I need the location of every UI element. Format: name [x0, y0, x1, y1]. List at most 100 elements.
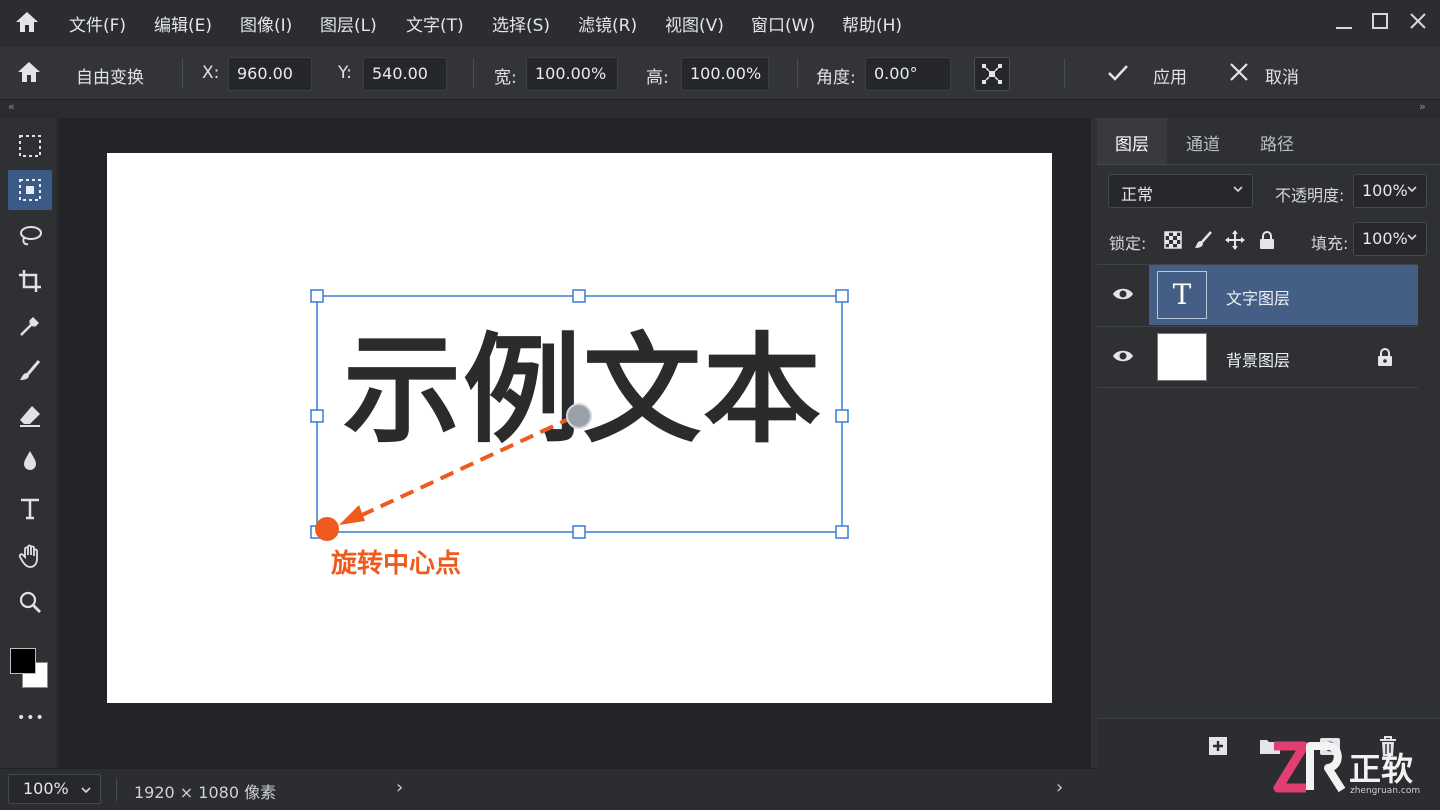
- color-swatches[interactable]: [10, 646, 50, 692]
- menu-image[interactable]: 图像(I): [240, 11, 292, 36]
- lock-label: 锁定:: [1109, 234, 1147, 253]
- object-select-tool[interactable]: [8, 170, 52, 210]
- pivot-move-arrow: [346, 415, 574, 524]
- collapse-right-icon[interactable]: »: [1419, 100, 1426, 113]
- document-canvas[interactable]: 示例文本 旋转中心点: [107, 153, 1052, 703]
- maximize-icon[interactable]: [1369, 10, 1391, 32]
- lock-all-icon[interactable]: [1257, 230, 1277, 250]
- canvas-workspace: 示例文本 旋转中心点: [59, 118, 1091, 768]
- eye-icon[interactable]: [1112, 286, 1134, 302]
- lasso-tool[interactable]: [8, 216, 52, 256]
- lasso-icon: [20, 226, 42, 246]
- new-layer-icon[interactable]: [1207, 735, 1229, 757]
- lock-pixels-brush-icon[interactable]: [1193, 230, 1213, 250]
- foreground-color-swatch[interactable]: [10, 648, 36, 674]
- marquee-tool[interactable]: [8, 126, 52, 166]
- minimize-icon[interactable]: [1333, 10, 1355, 32]
- eye-icon[interactable]: [1112, 348, 1134, 364]
- angle-input[interactable]: 0.00°: [865, 57, 951, 91]
- home-icon[interactable]: [14, 10, 40, 34]
- brush-tool[interactable]: [8, 351, 52, 391]
- lock-transparency-icon[interactable]: [1163, 230, 1183, 250]
- menu-help[interactable]: 帮助(H): [842, 11, 902, 36]
- fill-label: 填充:: [1311, 234, 1349, 253]
- menu-edit[interactable]: 编辑(E): [154, 11, 212, 36]
- home-icon[interactable]: [16, 60, 42, 84]
- opacity-label: 不透明度:: [1275, 186, 1345, 205]
- handle-top-right[interactable]: [835, 289, 849, 303]
- close-icon[interactable]: [1407, 10, 1429, 32]
- y-input[interactable]: 540.00: [363, 57, 447, 91]
- menu-view[interactable]: 视图(V): [665, 11, 724, 36]
- handle-middle-right[interactable]: [835, 409, 849, 423]
- handle-bottom-center[interactable]: [572, 525, 586, 539]
- layer-row-text[interactable]: T 文字图层: [1097, 264, 1418, 326]
- handle-top-left[interactable]: [310, 289, 324, 303]
- chevron-down-icon: [81, 787, 91, 794]
- hand-tool[interactable]: [8, 536, 52, 576]
- menu-select[interactable]: 选择(S): [492, 11, 550, 36]
- type-tool[interactable]: [8, 488, 52, 528]
- blur-drop-icon: [24, 451, 36, 470]
- transform-mode-label: 自由变换: [76, 68, 144, 88]
- watermark-url: zhengruan.com: [1350, 786, 1421, 796]
- fill-select[interactable]: 100%: [1353, 222, 1427, 256]
- reference-point-toggle[interactable]: [974, 57, 1010, 91]
- status-expand-arrow[interactable]: ›: [396, 777, 403, 798]
- scroll-right-arrow[interactable]: ›: [1056, 777, 1063, 798]
- blur-tool[interactable]: [8, 441, 52, 481]
- layer-thumbnail: [1157, 333, 1207, 381]
- eraser-tool[interactable]: [8, 396, 52, 436]
- width-input[interactable]: 100.00%: [526, 57, 618, 91]
- cancel-x-icon[interactable]: [1228, 61, 1250, 83]
- apply-button[interactable]: 应用: [1153, 63, 1187, 88]
- x-input[interactable]: 960.00: [228, 57, 312, 91]
- layer-name: 背景图层: [1226, 351, 1291, 370]
- checkmark-icon[interactable]: [1106, 61, 1130, 85]
- handle-middle-left[interactable]: [310, 409, 324, 423]
- original-pivot-point[interactable]: [566, 403, 592, 429]
- zr-logo: [1273, 741, 1346, 793]
- layer-thumbnail: T: [1157, 271, 1207, 319]
- tab-channels[interactable]: 通道: [1167, 118, 1239, 164]
- zoom-tool[interactable]: [8, 582, 52, 622]
- height-input[interactable]: 100.00%: [681, 57, 769, 91]
- menu-file[interactable]: 文件(F): [69, 11, 126, 36]
- menu-filter[interactable]: 滤镜(R): [578, 11, 637, 36]
- document-info: 1920 × 1080 像素: [134, 783, 277, 802]
- handle-bottom-right[interactable]: [835, 525, 849, 539]
- opacity-select[interactable]: 100%: [1353, 174, 1427, 208]
- more-icon[interactable]: •••: [17, 710, 45, 726]
- opacity-value: 100%: [1362, 181, 1408, 200]
- y-label: Y:: [338, 63, 352, 83]
- chevron-down-icon: [1407, 234, 1417, 241]
- zoom-icon: [19, 591, 41, 613]
- chevron-down-icon: [1407, 186, 1417, 193]
- crop-icon: [19, 270, 41, 292]
- collapse-left-icon[interactable]: «: [8, 100, 15, 113]
- menu-type[interactable]: 文字(T): [406, 11, 464, 36]
- tab-paths[interactable]: 路径: [1241, 118, 1313, 164]
- blend-mode-value: 正常: [1121, 185, 1154, 204]
- tab-layers[interactable]: 图层: [1097, 118, 1167, 164]
- divider: [182, 58, 183, 88]
- blend-mode-select[interactable]: 正常: [1108, 174, 1253, 208]
- zoom-select[interactable]: 100%: [8, 774, 101, 804]
- layer-row-background[interactable]: 背景图层: [1097, 326, 1418, 388]
- watermark-name: 正软: [1349, 750, 1414, 788]
- divider: [473, 58, 474, 88]
- handle-top-center[interactable]: [572, 289, 586, 303]
- layers-panel: 图层 通道 路径 正常 不透明度: 100% 锁定: 填充: 100% T 文字…: [1097, 118, 1440, 810]
- chevron-down-icon: [1233, 186, 1243, 193]
- cancel-button[interactable]: 取消: [1265, 63, 1299, 88]
- tab-divider: [1097, 164, 1440, 165]
- rotation-pivot-point[interactable]: [315, 517, 339, 541]
- menu-window[interactable]: 窗口(W): [751, 11, 815, 36]
- transform-overlay: [310, 289, 849, 541]
- type-icon: [21, 498, 39, 520]
- eyedropper-tool[interactable]: [8, 306, 52, 346]
- x-label: X:: [202, 63, 220, 83]
- lock-position-move-icon[interactable]: [1225, 230, 1245, 250]
- crop-tool[interactable]: [8, 261, 52, 301]
- menu-layer[interactable]: 图层(L): [320, 11, 377, 36]
